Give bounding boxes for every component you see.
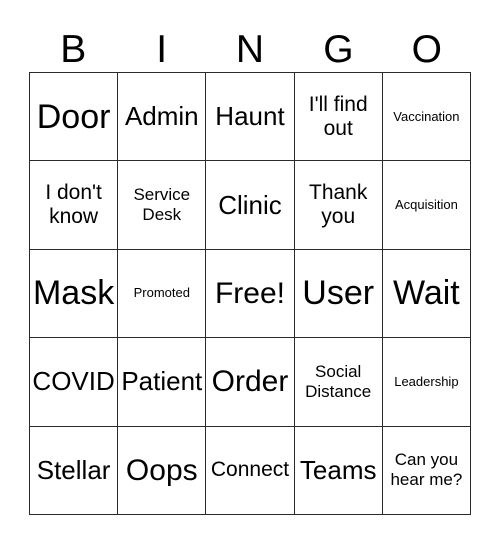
bingo-cell-label: Mask [32, 274, 115, 313]
bingo-cell[interactable]: Wait [382, 249, 471, 339]
bingo-cell[interactable]: I don't know [30, 161, 119, 250]
bingo-cell-label: Vaccination [393, 108, 460, 124]
bingo-cell[interactable]: Order [206, 338, 295, 427]
bingo-cell-label: Acquisition [394, 197, 458, 213]
bingo-cell[interactable]: Stellar [30, 426, 119, 515]
bingo-cell[interactable]: Can you hear me? [382, 426, 471, 515]
bingo-cell[interactable]: Service Desk [118, 161, 207, 250]
header-letter-g: G [323, 28, 354, 71]
bingo-cell-label: Door [36, 97, 111, 136]
bingo-cell[interactable]: Vaccination [382, 73, 471, 162]
bingo-cell[interactable]: Acquisition [382, 161, 471, 250]
bingo-cell-label: I'll find out [308, 92, 368, 140]
bingo-cell-label: User [302, 274, 375, 313]
bingo-cell-label: Service Desk [133, 185, 191, 225]
bingo-cell[interactable]: Teams [294, 426, 383, 515]
bingo-cell[interactable]: Thank you [294, 161, 383, 250]
bingo-cell-label: Leadership [394, 373, 459, 389]
bingo-cell-label: Free! [214, 276, 285, 310]
bingo-cell[interactable]: Haunt [206, 73, 295, 162]
bingo-cell-label: Stellar [36, 454, 111, 485]
bingo-cell[interactable]: Patient [118, 338, 207, 427]
bingo-cell-label: Patient [121, 366, 203, 397]
bingo-cell-label: COVID [32, 366, 115, 397]
bingo-card: B I N G O Door Admin Haunt I'll find out… [0, 0, 500, 544]
bingo-cell-label: Connect [210, 458, 290, 482]
bingo-cell-label: Haunt [215, 101, 285, 132]
bingo-cell-label: Admin [124, 101, 199, 132]
bingo-cell-label: Oops [125, 453, 198, 487]
bingo-cell-label: Order [211, 365, 289, 399]
bingo-cell-label: Can you hear me? [390, 450, 463, 490]
bingo-cell-label: Social Distance [305, 361, 372, 401]
bingo-cell[interactable]: Social Distance [294, 338, 383, 427]
bingo-cell[interactable]: Mask [30, 249, 119, 339]
bingo-cell-label: Promoted [133, 285, 190, 301]
header-letter-i: I [156, 28, 168, 71]
bingo-cell-label: Thank you [309, 181, 368, 229]
bingo-cell-label: Teams [299, 454, 377, 485]
bingo-cell[interactable]: Clinic [206, 161, 295, 250]
bingo-cell-free[interactable]: Free! [206, 249, 295, 339]
bingo-cell[interactable]: I'll find out [294, 73, 383, 162]
bingo-cell[interactable]: Leadership [382, 338, 471, 427]
bingo-header: B I N G O [29, 14, 471, 72]
header-letter-o: O [411, 28, 442, 71]
bingo-cell-label: Clinic [218, 189, 282, 220]
header-letter-b: B [60, 28, 87, 71]
bingo-cell[interactable]: Oops [118, 426, 207, 515]
bingo-cell[interactable]: Admin [118, 73, 207, 162]
bingo-cell[interactable]: Promoted [118, 249, 207, 339]
bingo-cell[interactable]: COVID [30, 338, 119, 427]
header-letter-n: N [235, 28, 265, 71]
bingo-cell[interactable]: Connect [206, 426, 295, 515]
bingo-cell-label: Wait [393, 274, 460, 313]
bingo-cell[interactable]: User [294, 249, 383, 339]
bingo-grid: Door Admin Haunt I'll find out Vaccinati… [29, 72, 471, 515]
bingo-cell[interactable]: Door [30, 73, 119, 162]
bingo-cell-label: I don't know [45, 181, 102, 229]
